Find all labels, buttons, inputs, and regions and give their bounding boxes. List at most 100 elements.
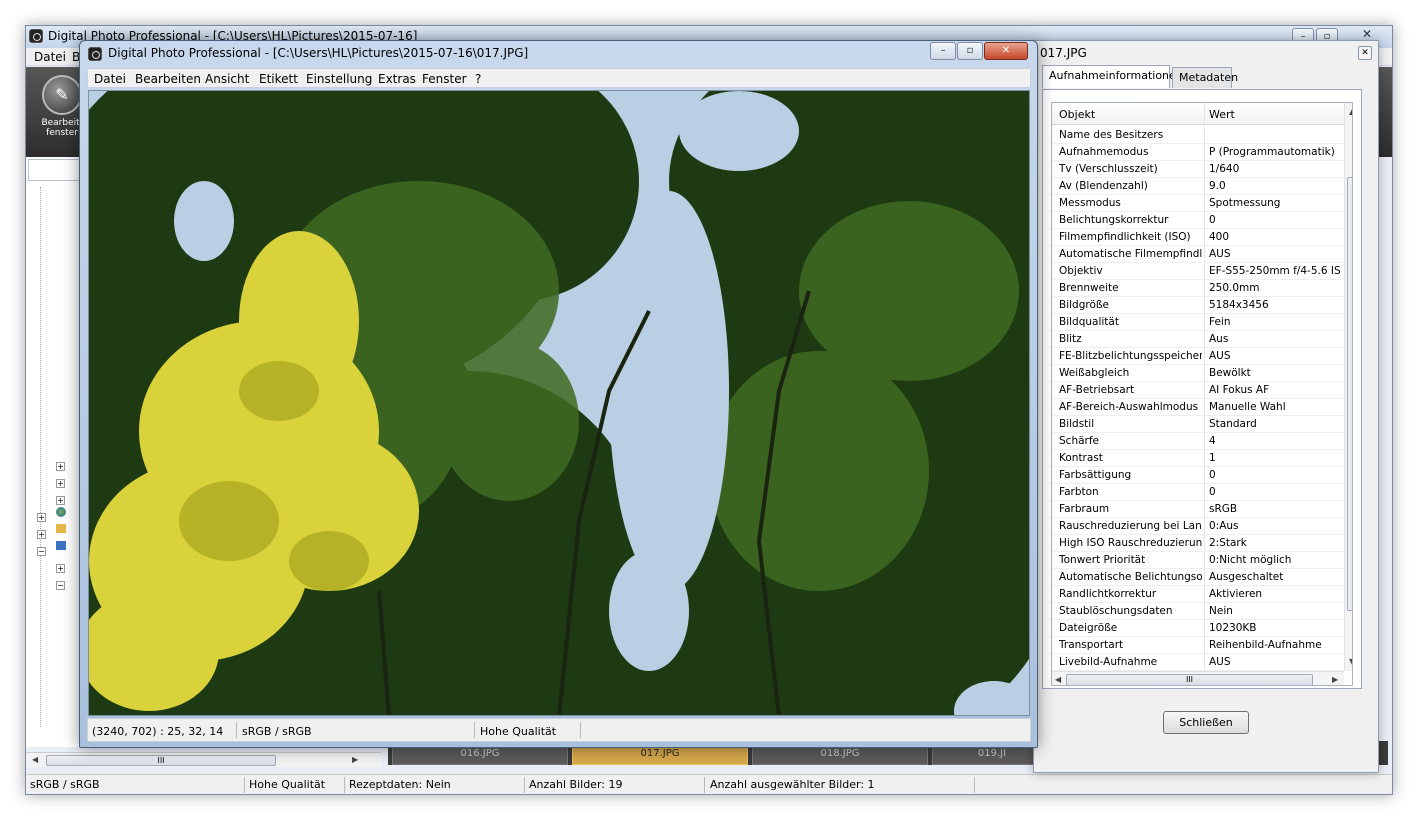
info-row-key: Blitz [1059,333,1082,345]
tree-expand-icon[interactable]: + [56,564,65,573]
scroll-right-icon[interactable]: ▶ [352,755,358,764]
viewer-minimize-button[interactable]: – [930,42,956,60]
viewer-close-button[interactable]: ✕ [984,42,1028,60]
status-separator [524,777,525,793]
library-icon [56,524,66,533]
scroll-down-icon[interactable]: ▼ [1349,657,1352,666]
info-row[interactable]: AF-Betriebsart AI Fokus AF [1052,382,1344,399]
info-row-value: P (Programmautomatik) [1209,146,1335,158]
info-row[interactable]: Messmodus Spotmessung [1052,195,1344,212]
info-row[interactable]: Weißabgleich Bewölkt [1052,365,1344,382]
menu-datei[interactable]: Datei [94,72,126,86]
info-row-value: 0:Aus [1209,520,1239,532]
viewer-titlebar: Digital Photo Professional - [C:\Users\H… [80,41,1037,67]
scroll-thumb[interactable] [1347,177,1352,611]
menu-bearbeiten[interactable]: Bearbeiten [135,72,201,86]
status-separator [236,722,237,738]
info-row[interactable]: Name des Besitzers [1052,127,1344,144]
scroll-right-icon[interactable]: ▶ [1332,675,1338,684]
info-row[interactable]: Tv (Verschlusszeit) 1/640 [1052,161,1344,178]
tree-collapse-icon[interactable]: − [56,581,65,590]
image-viewer-window: Digital Photo Professional - [C:\Users\H… [79,40,1038,748]
info-row-key: Automatische Filmempfindli... [1059,248,1202,260]
tree-expand-icon[interactable]: + [56,479,65,488]
tab-metadaten[interactable]: Metadaten [1172,67,1238,88]
info-row[interactable]: Staublöschungsdaten Nein [1052,603,1344,620]
info-row[interactable]: Transportart Reihenbild-Aufnahme [1052,637,1344,654]
status-separator [704,777,705,793]
menu-etikett[interactable]: Etikett [259,72,298,86]
menu-fenster[interactable]: Fenster [422,72,467,86]
list-vertical-scrollbar[interactable]: ▲ ▼ [1344,103,1352,671]
status-image-count: Anzahl Bilder: 19 [529,778,623,791]
tree-expand-icon[interactable]: + [37,513,46,522]
info-row[interactable]: Tonwert Priorität 0:Nicht möglich [1052,552,1344,569]
tree-horizontal-scrollbar[interactable]: ◀ III ▶ [26,752,381,767]
info-row[interactable]: AF-Bereich-Auswahlmodus Manuelle Wahl [1052,399,1344,416]
info-row[interactable]: Brennweite 250.0mm [1052,280,1344,297]
tree-expand-icon[interactable]: + [37,530,46,539]
info-row[interactable]: Av (Blendenzahl) 9.0 [1052,178,1344,195]
tree-collapse-icon[interactable]: − [37,547,46,556]
info-tab-content: Objekt Wert Name des Besitzers Aufnahmemo… [1042,89,1362,689]
info-row[interactable]: Kontrast 1 [1052,450,1344,467]
info-row[interactable]: Bildgröße 5184x3456 [1052,297,1344,314]
status-separator [974,777,975,793]
info-row[interactable]: Livebild-Aufnahme AUS [1052,654,1344,671]
info-row-key: Name des Besitzers [1059,129,1164,141]
info-title: 017.JPG [1040,46,1087,60]
schliessen-button[interactable]: Schließen [1163,711,1249,734]
info-row[interactable]: Rauschreduzierung bei Lan... 0:Aus [1052,518,1344,535]
status-color-space: sRGB / sRGB [242,725,312,738]
info-row[interactable]: Automatische Belichtungso... Ausgeschalte… [1052,569,1344,586]
info-row[interactable]: Belichtungskorrektur 0 [1052,212,1344,229]
info-row[interactable]: Schärfe 4 [1052,433,1344,450]
info-row-value: 2:Stark [1209,537,1247,549]
info-row[interactable]: Bildstil Standard [1052,416,1344,433]
info-row-key: Belichtungskorrektur [1059,214,1169,226]
info-row[interactable]: Bildqualität Fein [1052,314,1344,331]
shooting-info-list[interactable]: Objekt Wert Name des Besitzers Aufnahmemo… [1051,102,1353,686]
scroll-left-icon[interactable]: ◀ [1055,675,1061,684]
menu-ansicht[interactable]: Ansicht [205,72,249,86]
menu-help[interactable]: ? [475,72,481,86]
info-row[interactable]: High ISO Rauschreduzierung 2:Stark [1052,535,1344,552]
menu-datei[interactable]: Datei [34,50,66,64]
scroll-thumb[interactable]: III [46,755,276,766]
info-close-icon[interactable]: ✕ [1358,46,1372,60]
info-row[interactable]: FE-Blitzbelichtungsspeicher... AUS [1052,348,1344,365]
viewer-maximize-button[interactable]: ▫ [957,42,983,60]
scroll-thumb[interactable]: III [1066,674,1313,685]
edit-icon: ✎ [42,75,82,115]
info-row-value: 400 [1209,231,1230,243]
scroll-up-icon[interactable]: ▲ [1349,107,1352,116]
info-row[interactable]: Automatische Filmempfindli... AUS [1052,246,1344,263]
info-row[interactable]: Blitz Aus [1052,331,1344,348]
info-row[interactable]: Objektiv EF-S55-250mm f/4-5.6 IS II [1052,263,1344,280]
tree-expand-icon[interactable]: + [56,462,65,471]
info-row[interactable]: Aufnahmemodus P (Programmautomatik) [1052,144,1344,161]
info-row-key: Staublöschungsdaten [1059,605,1173,617]
info-row[interactable]: Filmempfindlichkeit (ISO) 400 [1052,229,1344,246]
info-row[interactable]: Dateigröße 10230KB [1052,620,1344,637]
info-row-key: AF-Bereich-Auswahlmodus [1059,401,1199,413]
info-row[interactable]: Farbraum sRGB [1052,501,1344,518]
list-horizontal-scrollbar[interactable]: ◀ III ▶ [1052,671,1344,685]
tab-aufnahmeinformationen[interactable]: Aufnahmeinformationen [1042,65,1183,88]
scroll-left-icon[interactable]: ◀ [32,755,38,764]
info-row[interactable]: Farbsättigung 0 [1052,467,1344,484]
photo-canvas[interactable] [88,90,1030,716]
column-header-wert[interactable]: Wert [1209,108,1235,121]
network-icon [56,507,66,517]
tree-expand-icon[interactable]: + [56,496,65,505]
info-row-key: Av (Blendenzahl) [1059,180,1148,192]
info-row[interactable]: Randlichtkorrektur Aktivieren [1052,586,1344,603]
info-row-key: Filmempfindlichkeit (ISO) [1059,231,1191,243]
info-row[interactable]: Farbton 0 [1052,484,1344,501]
viewer-menubar: Datei Bearbeiten Ansicht Etikett Einstel… [87,68,1031,88]
info-row-value: EF-S55-250mm f/4-5.6 IS II [1209,265,1344,277]
status-selected-count: Anzahl ausgewählter Bilder: 1 [710,778,875,791]
column-header-objekt[interactable]: Objekt [1059,108,1095,121]
menu-extras[interactable]: Extras [378,72,416,86]
menu-einstellung[interactable]: Einstellung [306,72,372,86]
